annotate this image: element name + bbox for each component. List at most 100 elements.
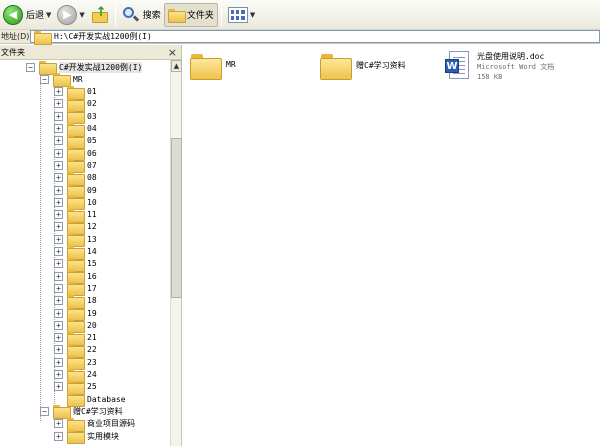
expand-icon[interactable]: + bbox=[54, 247, 63, 256]
tree-item-label: 商业项目源码 bbox=[87, 419, 135, 429]
expand-icon[interactable]: + bbox=[54, 419, 63, 429]
folder-icon bbox=[67, 282, 85, 297]
tree-item[interactable]: +25 bbox=[54, 380, 97, 395]
tree-item[interactable]: +22 bbox=[54, 343, 97, 358]
expand-icon[interactable]: + bbox=[54, 370, 63, 379]
tree-item[interactable]: +13 bbox=[54, 233, 97, 248]
tree-item[interactable]: +19 bbox=[54, 307, 97, 321]
expand-icon[interactable]: + bbox=[54, 160, 63, 170]
tree-item-label: 21 bbox=[87, 333, 97, 343]
folder-item-label: MR bbox=[226, 60, 236, 69]
tree-item[interactable]: +10 bbox=[54, 196, 97, 211]
forward-dropdown-icon[interactable]: ▼ bbox=[79, 11, 84, 19]
folders-label: 文件夹 bbox=[186, 11, 214, 21]
expand-icon[interactable]: + bbox=[54, 271, 63, 281]
back-dropdown-icon[interactable]: ▼ bbox=[46, 11, 51, 19]
expand-icon[interactable]: + bbox=[54, 197, 63, 207]
collapse-icon[interactable]: − bbox=[40, 406, 49, 416]
tree-item-label: 13 bbox=[87, 234, 97, 244]
expand-icon[interactable]: + bbox=[54, 283, 63, 293]
collapse-icon[interactable]: − bbox=[26, 62, 35, 72]
expand-icon[interactable]: + bbox=[54, 431, 63, 441]
tree-item-label: 07 bbox=[87, 160, 97, 170]
tree-item[interactable]: +20 bbox=[54, 319, 97, 334]
folder-pane-scrollbar[interactable]: ▲ bbox=[170, 60, 182, 446]
tree-item[interactable]: +14 bbox=[54, 245, 97, 260]
back-button[interactable]: ◀ 后退 ▼ bbox=[0, 3, 54, 27]
tree-item[interactable]: +04 bbox=[54, 122, 97, 137]
search-icon bbox=[122, 6, 140, 24]
expand-icon[interactable]: + bbox=[54, 111, 63, 121]
folder-icon bbox=[67, 343, 85, 358]
folder-item-label: 赠C#学习资料 bbox=[356, 61, 406, 70]
expand-icon[interactable]: + bbox=[54, 308, 63, 318]
tree-item[interactable]: +21 bbox=[54, 331, 97, 346]
file-list: MR 赠C#学习资料 W 光盘使用说明.doc Microsoft Word 文… bbox=[183, 45, 600, 446]
forward-arrow-icon: ▶ bbox=[57, 4, 78, 25]
tree-item[interactable]: Database bbox=[54, 393, 126, 408]
up-button[interactable]: ↑ bbox=[88, 3, 112, 27]
tree-item[interactable]: +23 bbox=[54, 356, 97, 371]
tree-item[interactable]: +18 bbox=[54, 294, 97, 309]
folder-item-csharp-materials[interactable]: 赠C#学习资料 bbox=[320, 54, 406, 80]
tree-item[interactable]: +16 bbox=[54, 270, 97, 285]
scroll-up-button[interactable]: ▲ bbox=[171, 60, 182, 72]
tree-item[interactable]: +24 bbox=[54, 368, 97, 383]
expand-icon[interactable]: + bbox=[54, 136, 63, 146]
expand-icon[interactable]: + bbox=[54, 210, 63, 220]
folders-button[interactable]: 文件夹 bbox=[163, 2, 218, 27]
address-input[interactable]: H:\C#开发实战1200例(I) bbox=[30, 30, 600, 45]
search-button[interactable]: 搜索 bbox=[119, 3, 164, 27]
tree-item[interactable]: +06 bbox=[54, 147, 97, 162]
expand-icon[interactable]: + bbox=[54, 382, 63, 392]
tree-item[interactable]: − 赠C#学习资料 bbox=[40, 405, 123, 420]
expand-icon[interactable]: + bbox=[54, 333, 63, 343]
tree-item[interactable]: + 实用模块 bbox=[54, 430, 119, 444]
expand-icon[interactable]: + bbox=[54, 87, 63, 97]
expand-icon[interactable]: + bbox=[54, 99, 63, 109]
forward-button[interactable]: ▶ ▼ bbox=[54, 3, 87, 27]
tree-item[interactable]: +11 bbox=[54, 208, 97, 223]
expand-icon[interactable]: + bbox=[54, 345, 63, 355]
expand-icon[interactable]: + bbox=[54, 296, 63, 306]
views-button[interactable]: ▼ bbox=[225, 3, 258, 27]
folder-icon bbox=[67, 184, 85, 198]
tree-item[interactable]: − C#开发实战1200例(I) bbox=[26, 61, 143, 75]
expand-icon[interactable]: + bbox=[54, 185, 63, 195]
folder-icon bbox=[39, 61, 57, 75]
tree-item[interactable]: +17 bbox=[54, 282, 97, 297]
tree-item[interactable]: +08 bbox=[54, 171, 97, 186]
folder-icon bbox=[67, 196, 85, 211]
tree-item-label: 06 bbox=[87, 148, 97, 158]
collapse-icon[interactable]: − bbox=[40, 74, 49, 84]
tree-item[interactable]: +12 bbox=[54, 220, 97, 235]
tree-item[interactable]: +03 bbox=[54, 110, 97, 125]
expand-icon[interactable]: + bbox=[54, 234, 63, 244]
views-dropdown-icon[interactable]: ▼ bbox=[250, 11, 255, 19]
tree-item[interactable]: + 商业项目源码 bbox=[54, 417, 135, 432]
folder-item-mr[interactable]: MR bbox=[190, 54, 236, 80]
tree-item[interactable]: +01 bbox=[54, 85, 97, 100]
tree-item-label: 24 bbox=[87, 370, 97, 379]
tree-item[interactable]: − MR bbox=[40, 73, 83, 88]
scroll-thumb[interactable] bbox=[171, 138, 182, 298]
expand-icon[interactable]: + bbox=[54, 148, 63, 158]
toolbar: ◀ 后退 ▼ ▶ ▼ ↑ 搜索 文件夹 ▼ bbox=[0, 0, 600, 30]
expand-icon[interactable]: + bbox=[54, 320, 63, 330]
tree-item[interactable]: +15 bbox=[54, 257, 97, 272]
tree-item[interactable]: +02 bbox=[54, 97, 97, 112]
tree-guide-line bbox=[40, 66, 41, 421]
expand-icon[interactable]: + bbox=[54, 259, 63, 269]
expand-icon[interactable]: + bbox=[54, 124, 63, 133]
document-item[interactable]: W 光盘使用说明.doc Microsoft Word 文档 158 KB bbox=[445, 51, 554, 82]
expand-icon[interactable]: + bbox=[54, 222, 63, 232]
tree-item[interactable]: +05 bbox=[54, 134, 97, 149]
tree-item[interactable]: +09 bbox=[54, 184, 97, 198]
expand-icon[interactable]: + bbox=[54, 357, 63, 367]
tree-item[interactable]: +07 bbox=[54, 159, 97, 174]
expand-icon[interactable]: + bbox=[54, 173, 63, 183]
tree-item-label: MR bbox=[73, 74, 83, 84]
folders-pane-title: 文件夹 bbox=[1, 47, 25, 57]
close-icon[interactable]: × bbox=[168, 47, 177, 58]
toolbar-separator bbox=[114, 3, 116, 26]
